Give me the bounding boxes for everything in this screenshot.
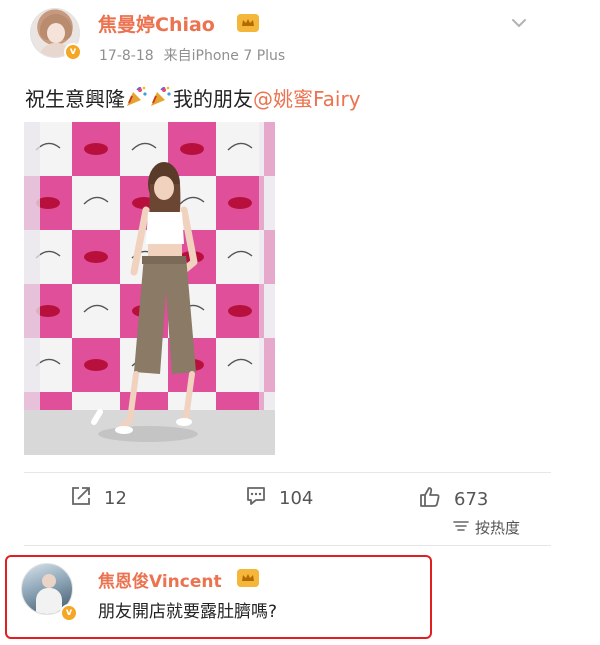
comment-count: 104	[279, 488, 314, 509]
verified-badge-icon: v	[60, 604, 78, 622]
share-count: 12	[104, 488, 127, 509]
sort-by-popularity[interactable]: 按热度	[453, 517, 520, 538]
post-text-friend: 我的朋友	[173, 87, 253, 111]
avatar-face	[42, 574, 56, 588]
share-icon	[70, 485, 92, 512]
comment-button[interactable]: 104	[245, 485, 313, 512]
avatar-body	[36, 588, 62, 614]
comment-icon	[245, 485, 267, 512]
post-meta: 17-8-18 来自iPhone 7 Plus	[99, 45, 285, 65]
chevron-down-icon[interactable]	[510, 14, 528, 32]
post-source[interactable]: 来自iPhone 7 Plus	[164, 48, 286, 64]
party-popper-icon	[125, 86, 149, 108]
commenter-name[interactable]: 焦恩俊Vincent	[98, 567, 222, 592]
post-date: 17-8-18	[99, 48, 154, 64]
sort-icon	[453, 519, 469, 537]
mention-link[interactable]: @姚蜜Fairy	[253, 87, 361, 111]
post-photo[interactable]	[24, 122, 275, 455]
crown-badge-icon	[237, 569, 259, 587]
post-text-greeting: 祝生意興隆	[25, 87, 125, 111]
party-popper-icon	[149, 86, 173, 108]
author-name[interactable]: 焦曼婷Chiao	[98, 10, 215, 37]
post-text: 祝生意興隆 我的朋友@姚蜜Fairy	[25, 83, 361, 112]
avatar-face	[47, 23, 65, 43]
comments-divider	[24, 545, 551, 546]
share-button[interactable]: 12	[70, 485, 127, 512]
like-count: 673	[454, 489, 489, 510]
verified-badge-icon: v	[64, 43, 82, 61]
thumbs-up-icon	[418, 485, 442, 514]
crown-badge-icon	[237, 14, 259, 32]
sort-label: 按热度	[475, 519, 521, 537]
like-button[interactable]: 673	[418, 485, 488, 514]
comment-text: 朋友開店就要露肚臍嗎?	[98, 602, 278, 622]
actions-divider	[24, 472, 551, 473]
